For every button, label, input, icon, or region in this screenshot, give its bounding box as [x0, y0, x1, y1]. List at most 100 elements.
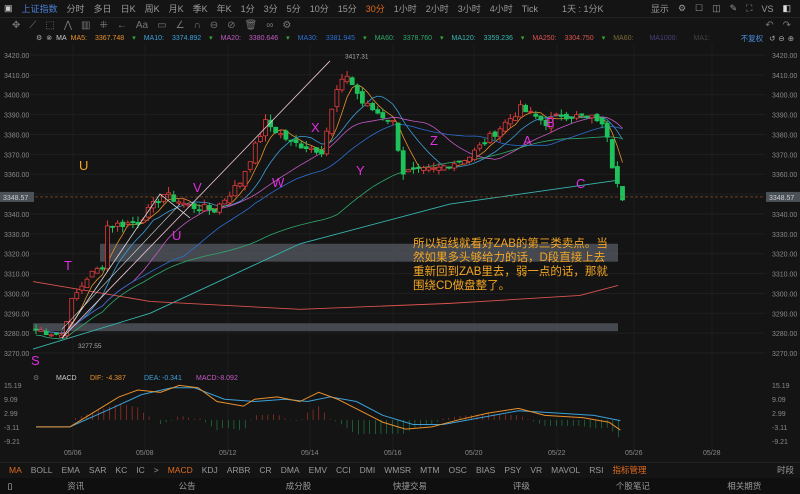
hide-icon[interactable]: ⊘ — [227, 20, 235, 31]
indicator-tab-IC[interactable]: IC — [136, 465, 145, 475]
indicator-tab-指标管理[interactable]: 指标管理 — [612, 464, 646, 476]
indicator-tab-CR[interactable]: CR — [259, 465, 271, 475]
period-tab-3小时[interactable]: 3小时 — [458, 2, 481, 15]
redo-icon[interactable]: ↷ — [783, 20, 791, 31]
period-tab-10分[interactable]: 10分 — [310, 2, 329, 15]
period-tab-分时[interactable]: 分时 — [67, 2, 85, 15]
indicator-tab-VR[interactable]: VR — [530, 465, 542, 475]
display-menu[interactable]: 显示 — [651, 2, 669, 15]
ma-item[interactable]: MA250: 3304.750 ▾ — [532, 34, 609, 42]
gear-icon[interactable]: ⚙ — [282, 20, 291, 31]
line-tool-icon[interactable]: ⟋ — [29, 20, 36, 31]
dropdown-icon[interactable]: ▾ — [602, 35, 606, 42]
period-tab-4小时[interactable]: 4小时 — [490, 2, 513, 15]
indicator-tab->[interactable]: > — [154, 465, 159, 475]
ma-item[interactable]: MA20: 3380.646 ▾ — [221, 34, 294, 42]
ma-item[interactable]: MA120: 3359.236 ▾ — [452, 34, 529, 42]
period-tab-5分[interactable]: 5分 — [287, 2, 301, 15]
indicator-tab-MTM[interactable]: MTM — [420, 465, 439, 475]
footer-tab[interactable]: 相关期货 — [689, 480, 800, 492]
magnet-icon[interactable]: ∩ — [194, 20, 201, 31]
ma-item[interactable]: MA5: 3367.748 ▾ — [71, 34, 140, 42]
sidebar-toggle-icon[interactable]: ◧ — [782, 3, 791, 14]
indicator-tab-EMA[interactable]: EMA — [62, 465, 80, 475]
dropdown-icon[interactable]: ▾ — [363, 35, 367, 42]
footer-tab[interactable]: 个股笔记 — [577, 480, 688, 492]
device-icon[interactable]: ▯ — [0, 481, 20, 492]
indicator-tab-BIAS[interactable]: BIAS — [476, 465, 495, 475]
layout-icon[interactable]: ☐ — [695, 3, 703, 14]
indicator-tab-KDJ[interactable]: KDJ — [202, 465, 218, 475]
ma-item[interactable]: MA1: — [693, 35, 721, 42]
dropdown-icon[interactable]: ▾ — [132, 35, 136, 42]
ma-item[interactable]: MA1000: — [649, 35, 689, 42]
period-tab-年K[interactable]: 年K — [217, 2, 232, 15]
footer-tab[interactable]: 评级 — [466, 480, 577, 492]
indicator-tab-DMI[interactable]: DMI — [360, 465, 376, 475]
settings-icon[interactable]: ⚙ — [678, 3, 686, 14]
symbol-title[interactable]: 上证指数 — [22, 2, 58, 15]
period-tab-30分[interactable]: 30分 — [366, 2, 385, 15]
period-tab-1小时[interactable]: 1小时 — [394, 2, 417, 15]
comment-tool-icon[interactable]: ▭ — [157, 20, 166, 31]
ma-item[interactable]: MA60: — [613, 35, 645, 42]
period-tab-3分[interactable]: 3分 — [264, 2, 278, 15]
settings-icon[interactable]: ⚙ — [36, 34, 42, 42]
indicator-tab-DMA[interactable]: DMA — [281, 465, 300, 475]
rect-tool-icon[interactable]: ⬚ — [45, 20, 54, 31]
indicator-tab-KC[interactable]: KC — [115, 465, 127, 475]
dropdown-icon[interactable]: ▾ — [209, 35, 213, 42]
pattern-tool-icon[interactable]: ⁜ — [100, 20, 108, 31]
dropdown-icon[interactable]: ▾ — [440, 35, 444, 42]
indicator-tab-MA[interactable]: MA — [9, 465, 22, 475]
footer-tab[interactable]: 快捷交易 — [354, 480, 465, 492]
footer-tab[interactable]: 资讯 — [20, 480, 131, 492]
price-chart[interactable]: 3420.00 3420.00 3410.00 3410.00 3400.00 3400.… — [0, 44, 800, 462]
panel-toggle-icon[interactable]: ▣ — [4, 3, 13, 14]
period-tab-1分[interactable]: 1分 — [241, 2, 255, 15]
footer-tab[interactable]: 公告 — [131, 480, 242, 492]
indicator-tab-RSI[interactable]: RSI — [589, 465, 603, 475]
indicator-tab-WMSR[interactable]: WMSR — [384, 465, 411, 475]
ma-item[interactable]: MA10: 3374.892 ▾ — [144, 34, 217, 42]
period-tab-月K[interactable]: 月K — [169, 2, 184, 15]
period-tab[interactable]: 时段 — [777, 464, 794, 476]
zoom-out-icon[interactable]: ⊖ — [778, 34, 784, 43]
period-tab-多日[interactable]: 多日 — [94, 2, 112, 15]
indicator-tab-CCI[interactable]: CCI — [336, 465, 351, 475]
indicator-tab-MACD[interactable]: MACD — [168, 465, 193, 475]
camera-icon[interactable]: ◫ — [712, 3, 721, 14]
angle-tool-icon[interactable]: ∠ — [176, 20, 185, 31]
close-icon[interactable]: ⊗ — [46, 34, 52, 42]
dropdown-icon[interactable]: ▾ — [286, 35, 290, 42]
polyline-tool-icon[interactable]: ⋀ — [64, 20, 72, 31]
period-tab-季K[interactable]: 季K — [193, 2, 208, 15]
pen-icon[interactable]: ✎ — [730, 3, 738, 14]
indicator-tab-ARBR[interactable]: ARBR — [227, 465, 251, 475]
undo-icon[interactable]: ↶ — [765, 20, 773, 31]
period-tab-Tick[interactable]: Tick — [522, 4, 538, 14]
indicator-tab-OSC[interactable]: OSC — [449, 465, 467, 475]
fullscreen-icon[interactable]: ⛶ — [746, 3, 752, 14]
arrow-tool-icon[interactable]: ← — [117, 20, 127, 31]
move-icon[interactable]: ✥ — [12, 20, 20, 31]
indicator-tab-MAVOL[interactable]: MAVOL — [551, 465, 580, 475]
ma-label[interactable]: MA — [56, 35, 67, 42]
vs-button[interactable]: VS — [761, 4, 773, 14]
period-tab-周K[interactable]: 周K — [145, 2, 160, 15]
zoom-in-icon[interactable]: ⊕ — [788, 34, 794, 43]
bars-tool-icon[interactable]: ▥ — [81, 20, 90, 31]
reset-icon[interactable]: ↺ — [769, 34, 775, 43]
period-tab-日K[interactable]: 日K — [121, 2, 136, 15]
dropdown-icon[interactable]: ▾ — [521, 35, 525, 42]
lock-icon[interactable]: ⊖ — [210, 20, 218, 31]
period-tab-2小时[interactable]: 2小时 — [426, 2, 449, 15]
ma-item[interactable]: MA60: 3378.760 ▾ — [375, 34, 448, 42]
indicator-tab-PSY[interactable]: PSY — [504, 465, 521, 475]
footer-tab[interactable]: 成分股 — [243, 480, 354, 492]
indicator-tab-EMV[interactable]: EMV — [309, 465, 327, 475]
period-tab-15分[interactable]: 15分 — [338, 2, 357, 15]
ma-item[interactable]: MA30: 3381.945 ▾ — [298, 34, 371, 42]
range-select[interactable]: 1天 : 1分K — [562, 2, 604, 15]
indicator-tab-BOLL[interactable]: BOLL — [31, 465, 53, 475]
